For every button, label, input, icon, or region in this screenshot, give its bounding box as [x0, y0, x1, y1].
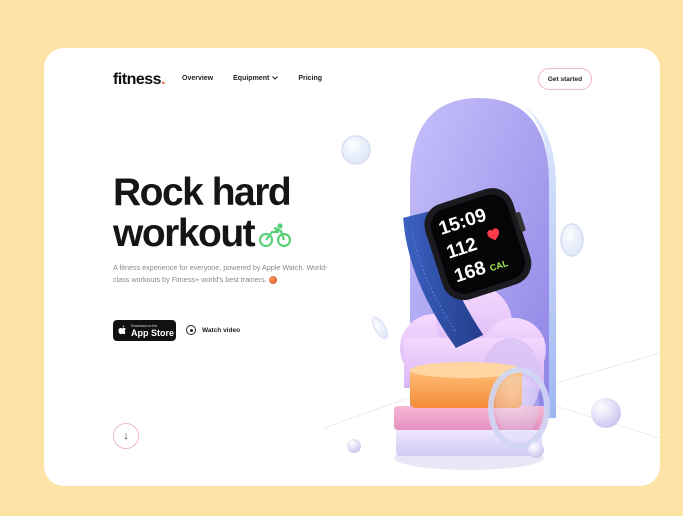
get-started-button[interactable]: Get started [538, 68, 592, 90]
scroll-down-button[interactable]: ↓ [113, 423, 139, 449]
sphere [591, 398, 621, 428]
chevron-down-icon [272, 75, 279, 82]
brand-logo[interactable]: fitness. [113, 71, 166, 89]
nav-item-label: Overview [182, 75, 214, 82]
arrow-down-icon: ↓ [123, 430, 129, 442]
hero-illustration: 15:09 112 168 CAL [324, 98, 660, 470]
hero-description-text: A fitness experience for everyone, power… [113, 263, 328, 284]
page-title: Rock hard workout [113, 172, 292, 256]
headline-line-2: workout [113, 212, 256, 255]
main-nav: Overview Equipment Pricing [182, 75, 322, 82]
watch-video-link[interactable]: Watch video [186, 325, 240, 335]
nav-item-pricing[interactable]: Pricing [298, 75, 322, 82]
play-icon [186, 325, 196, 335]
logo-dot: . [161, 71, 166, 88]
logo-text: fitness [113, 71, 162, 88]
nav-item-label: Pricing [298, 75, 323, 82]
hero-card: fitness. Overview Equipment Pricing Get … [44, 48, 660, 486]
headline-line-2-wrap: workout [113, 213, 292, 256]
app-store-text: Download on the App Store [131, 324, 174, 338]
app-store-label: App Store [131, 327, 175, 338]
glass-bubble [341, 135, 371, 165]
watch-video-label: Watch video [202, 326, 241, 334]
headline-line-1: Rock hard [113, 171, 292, 214]
cyclist-icon [258, 215, 292, 256]
nav-item-equipment[interactable]: Equipment [233, 75, 279, 82]
hero-description: A fitness experience for everyone, power… [113, 262, 328, 286]
app-store-button[interactable]: Download on the App Store [113, 320, 176, 341]
nav-item-overview[interactable]: Overview [182, 75, 213, 82]
apple-icon [118, 322, 127, 340]
basketball-icon [268, 276, 277, 285]
nav-item-label: Equipment [233, 75, 270, 82]
